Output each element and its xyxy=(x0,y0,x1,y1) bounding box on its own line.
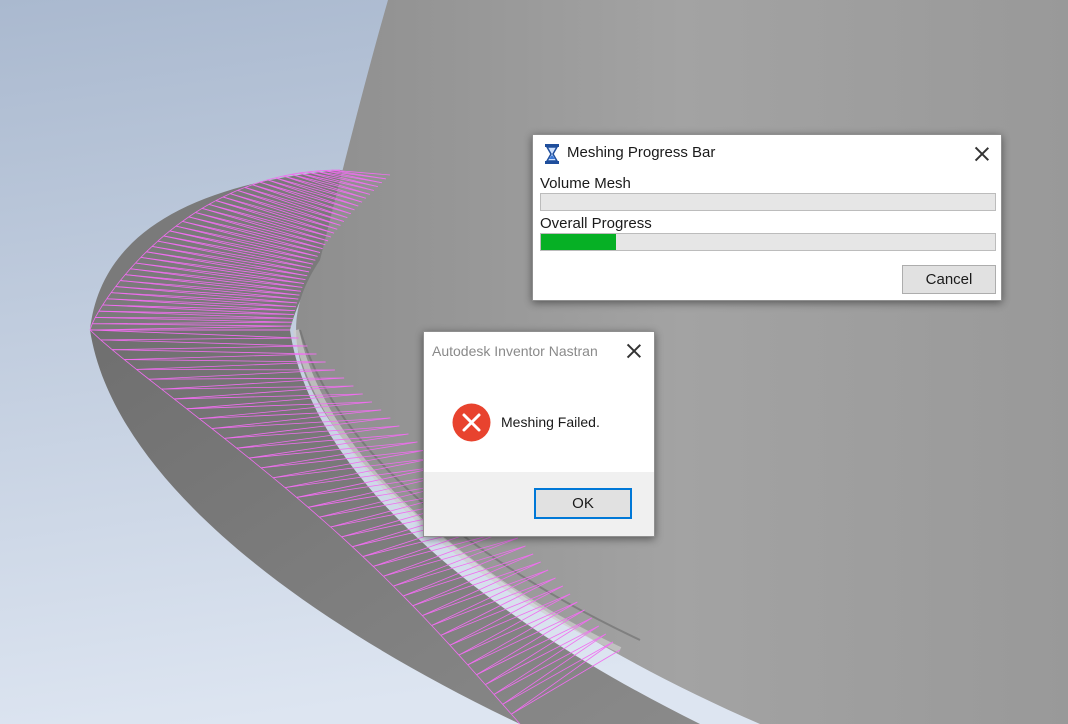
ok-button[interactable]: OK xyxy=(534,488,632,519)
volume-mesh-progress-bar xyxy=(540,193,996,211)
cancel-button[interactable]: Cancel xyxy=(902,265,996,294)
error-message: Meshing Failed. xyxy=(501,414,600,430)
volume-mesh-label: Volume Mesh xyxy=(540,175,631,192)
close-icon[interactable] xyxy=(626,343,642,359)
progress-dialog-title: Meshing Progress Bar xyxy=(567,144,716,161)
error-dialog-titlebar[interactable]: Autodesk Inventor Nastran xyxy=(424,332,654,368)
error-icon xyxy=(452,403,491,442)
close-icon[interactable] xyxy=(974,146,990,162)
overall-progress-bar xyxy=(540,233,996,251)
overall-progress-label: Overall Progress xyxy=(540,215,652,232)
overall-progress-fill xyxy=(541,234,616,250)
error-message-dialog: Autodesk Inventor Nastran Meshing Failed… xyxy=(423,331,655,537)
meshing-progress-dialog: Meshing Progress Bar Volume Mesh Overall… xyxy=(532,134,1002,301)
hourglass-icon xyxy=(545,144,559,164)
error-dialog-title: Autodesk Inventor Nastran xyxy=(432,343,598,359)
error-dialog-footer: OK xyxy=(424,472,654,536)
progress-dialog-titlebar[interactable]: Meshing Progress Bar xyxy=(533,135,1001,171)
